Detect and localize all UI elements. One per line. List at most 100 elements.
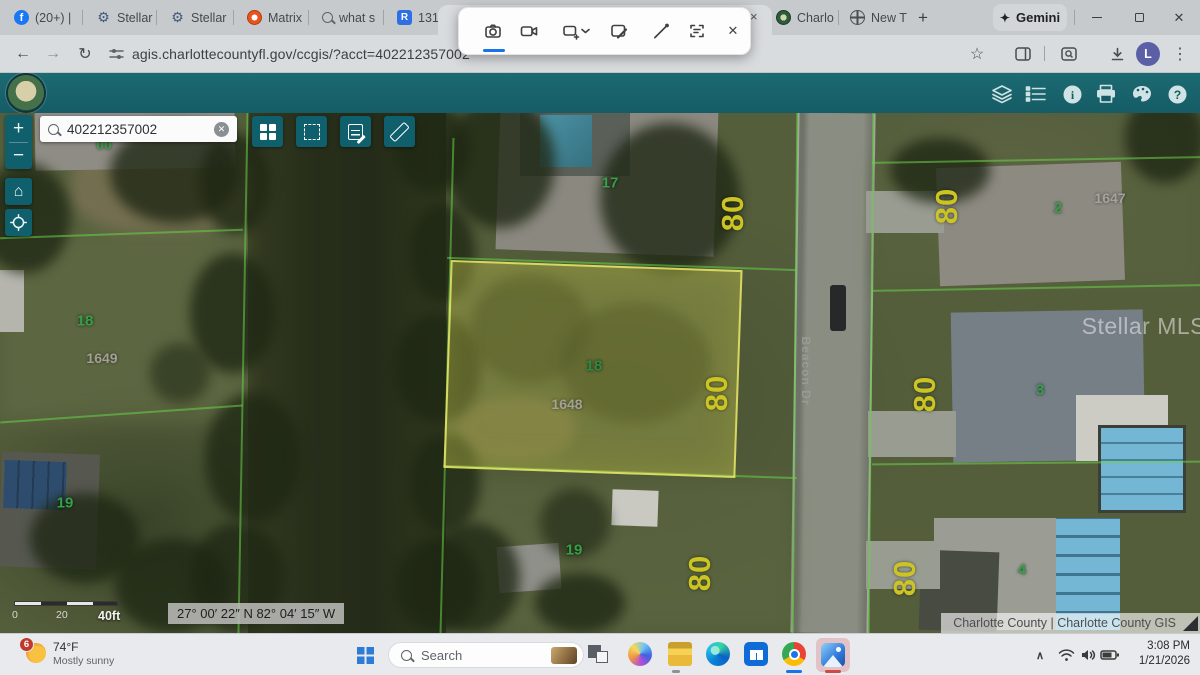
address-bar[interactable]: agis.charlottecountyfl.gov/ccgis/?acct=4… [132, 35, 470, 73]
grid-icon [260, 124, 276, 140]
chrome-open-indicator [786, 670, 802, 673]
gis-map-canvas[interactable]: 00 17 80 18 1649 18 1648 80 19 19 80 80 … [0, 113, 1200, 633]
clock-date: 1/21/2026 [1122, 654, 1190, 669]
separator [1074, 10, 1075, 25]
file-explorer-icon[interactable] [668, 642, 692, 666]
parcel-label: 19 [57, 495, 74, 512]
tab-charlotte[interactable]: Charlo [776, 0, 834, 35]
sparkle-icon: ✦ [1000, 11, 1010, 25]
back-button[interactable]: ← [10, 35, 36, 73]
layers-icon[interactable] [990, 82, 1014, 106]
help-icon[interactable]: ? [1165, 82, 1189, 106]
taskbar-clock[interactable]: 3:08 PM 1/21/2026 [1122, 639, 1190, 669]
zoom-out-button[interactable]: − [13, 143, 24, 169]
bookmark-star-icon[interactable]: ☆ [964, 35, 990, 73]
chevron-down-icon[interactable] [578, 16, 592, 46]
measure-button[interactable] [384, 116, 415, 147]
profile-avatar[interactable]: L [1136, 42, 1160, 66]
report-edit-button[interactable] [340, 116, 371, 147]
map-scale-bar: 0 20 40ft [8, 599, 148, 627]
window-restore-button[interactable] [1124, 0, 1154, 35]
lot-width-label: 80 [907, 376, 943, 412]
locate-me-button[interactable] [5, 209, 32, 236]
gemini-button[interactable]: ✦ Gemini [993, 4, 1067, 31]
select-area-button[interactable] [296, 116, 327, 147]
store-bag-icon [750, 650, 763, 660]
tab-separator [233, 10, 234, 25]
side-panel-icon[interactable] [1010, 35, 1036, 73]
gemini-label: Gemini [1016, 10, 1060, 25]
clear-search-icon[interactable]: ✕ [214, 122, 229, 137]
tab-close-icon[interactable]: × [750, 9, 758, 24]
forward-button[interactable]: → [40, 35, 66, 73]
start-button[interactable] [357, 647, 374, 664]
video-capture-icon[interactable] [513, 16, 545, 46]
text-extract-icon[interactable] [681, 16, 713, 46]
close-toolbar-icon[interactable]: ✕ [717, 16, 749, 46]
browser-menu-icon[interactable]: ⋮ [1168, 35, 1192, 73]
parcel-search-box[interactable]: 402212357002 ✕ [40, 116, 237, 142]
tab-separator [383, 10, 384, 25]
taskbar-search-box[interactable]: Search [388, 642, 584, 668]
county-logo[interactable] [8, 75, 44, 111]
search-icon [322, 12, 333, 23]
minimize-icon [1092, 17, 1102, 19]
map-parked-car [830, 285, 846, 331]
lot-width-label: 80 [929, 188, 965, 224]
search-tabs-icon[interactable] [1056, 35, 1082, 73]
desktop-screen: f (20+) | ⚙ Stellar ⚙ Stellar Matrix wha… [0, 0, 1200, 675]
wifi-icon[interactable] [1056, 645, 1076, 665]
microsoft-store-icon[interactable] [744, 642, 768, 666]
chrome-center [789, 649, 800, 660]
window-minimize-button[interactable] [1082, 0, 1112, 35]
camera-capture-icon[interactable] [477, 16, 509, 46]
battery-icon[interactable] [1100, 645, 1120, 665]
edit-image-icon[interactable] [603, 16, 635, 46]
window-close-button[interactable]: ✕ [1164, 0, 1194, 35]
map-tree-canopy [150, 343, 210, 403]
sun-glyph [836, 647, 841, 652]
print-icon[interactable] [1094, 82, 1118, 106]
gis-header: i ? [0, 73, 1200, 113]
snipping-tool-app[interactable] [816, 638, 850, 672]
weather-temperature[interactable]: 74°F [53, 640, 78, 654]
home-extent-button[interactable]: ⌂ [5, 178, 32, 205]
basemap-grid-button[interactable] [252, 116, 283, 147]
clock-time: 3:08 PM [1122, 639, 1190, 654]
tab-separator [156, 10, 157, 25]
tray-chevron-icon[interactable]: ∧ [1030, 645, 1050, 665]
parcel-label: 17 [602, 175, 619, 192]
info-icon[interactable]: i [1060, 82, 1084, 106]
edge-icon[interactable] [706, 642, 730, 666]
tab-label: Charlo [797, 11, 834, 25]
tab-facebook[interactable]: f (20+) | [14, 0, 71, 35]
tab-matrix[interactable]: Matrix [247, 0, 302, 35]
copilot-icon[interactable] [628, 642, 652, 666]
svg-text:?: ? [1173, 88, 1180, 102]
new-tab-button[interactable]: + [918, 0, 928, 35]
speaker-icon[interactable] [1078, 645, 1098, 665]
download-icon[interactable] [1104, 35, 1130, 73]
legend-list-icon[interactable] [1024, 82, 1048, 106]
parcel-label: 18 [586, 358, 603, 375]
tab-search[interactable]: what s [322, 0, 375, 35]
reload-button[interactable]: ↻ [72, 35, 98, 73]
lot-width-label: 80 [682, 555, 718, 591]
search-icon [401, 650, 412, 661]
tab-new-tab[interactable]: New T [850, 0, 907, 35]
pen-icon[interactable] [645, 16, 677, 46]
scale-tick: 40ft [98, 609, 120, 623]
map-attribution: Charlotte County | Charlotte County GIS [941, 613, 1200, 633]
tab-label: Stellar [191, 11, 226, 25]
task-view-button[interactable] [588, 643, 612, 667]
windows-taskbar: 6 74°F Mostly sunny Search [0, 633, 1200, 675]
scale-tick: 0 [12, 609, 18, 621]
tab-stellar-2[interactable]: ⚙ Stellar [170, 0, 226, 35]
zoom-in-button[interactable]: + [13, 115, 24, 142]
site-info-icon[interactable] [104, 35, 128, 73]
chrome-icon[interactable] [782, 642, 806, 666]
stellar-mls-watermark: Stellar MLS [1082, 313, 1200, 340]
draw-tools-icon[interactable] [1130, 82, 1154, 106]
tab-stellar-1[interactable]: ⚙ Stellar [96, 0, 152, 35]
tab-separator [82, 10, 83, 25]
